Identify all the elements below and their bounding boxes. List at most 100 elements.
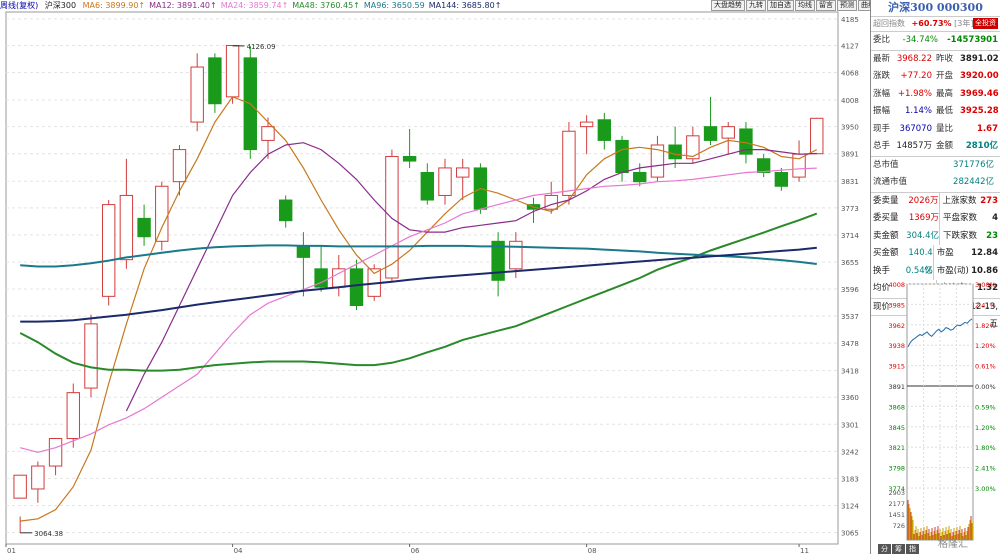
price-row-3: 振幅 1.14% 最低 3925.28 (871, 103, 1000, 121)
mini-vol-tick-3: 726 (893, 522, 905, 530)
bottom-tabs: 分筹指 (878, 544, 920, 554)
bottom-tab-1[interactable]: 筹 (892, 544, 905, 554)
candle[interactable] (756, 158, 771, 174)
watermark: 格隆汇 (938, 539, 968, 550)
candle[interactable] (66, 392, 80, 440)
candle[interactable] (225, 44, 240, 98)
candle[interactable] (456, 167, 470, 178)
intraday-chart[interactable]: 4008 3.00% 3985 2.41% 3962 1.82% 3938 1.20% 3915… (871, 282, 1000, 544)
price-label: 涨幅 (873, 88, 891, 99)
bottom-tab-2[interactable]: 指 (906, 544, 919, 554)
candle[interactable] (810, 117, 824, 155)
y-tick-9: 3655 (841, 259, 859, 267)
stat-value-2: 273 (980, 195, 998, 206)
candle[interactable] (668, 144, 682, 160)
y-tick-0: 4185 (841, 16, 859, 24)
bottom-tab-0[interactable]: 分 (878, 544, 891, 554)
price-label-2: 量比 (936, 123, 954, 134)
stat-label-2: 市盈 (932, 245, 971, 263)
y-tick-14: 3360 (841, 394, 859, 402)
candle[interactable] (296, 245, 311, 258)
y-tick-12: 3478 (841, 340, 859, 348)
candle[interactable] (349, 268, 364, 307)
candle[interactable] (101, 204, 116, 297)
cap-value: 371776亿 (953, 159, 994, 170)
candle[interactable] (190, 66, 204, 123)
mini-vol-tick-1: 2177 (888, 500, 905, 508)
candle[interactable] (544, 194, 558, 210)
mini-left-tick-6: 3868 (888, 403, 905, 411)
price-value: 1.14% (904, 106, 932, 116)
candle[interactable] (686, 135, 700, 160)
candle[interactable] (13, 474, 27, 499)
market-cap-section: 总市值 371776亿 流通市值 282442亿 (871, 157, 1000, 193)
candle[interactable] (579, 121, 594, 128)
candle[interactable] (703, 126, 718, 141)
candle[interactable] (792, 153, 806, 178)
candle[interactable] (597, 119, 612, 141)
stat-value-2: 10.86 (971, 265, 998, 276)
mini-left-tick-9: 3798 (888, 465, 905, 473)
candle[interactable] (721, 126, 735, 139)
candle[interactable] (278, 199, 293, 222)
y-tick-5: 3891 (841, 151, 859, 159)
candle[interactable] (633, 172, 647, 183)
mini-left-tick-0: 4008 (888, 282, 905, 289)
mini-right-tick-6: 0.59% (975, 403, 996, 411)
candle[interactable] (137, 217, 151, 238)
mini-right-tick-0: 3.00% (975, 282, 996, 289)
candle[interactable] (261, 126, 275, 141)
y-tick-3: 4008 (841, 97, 859, 105)
mini-right-tick-9: 2.41% (975, 465, 996, 473)
candle[interactable] (155, 185, 169, 242)
y-tick-11: 3537 (841, 313, 859, 321)
order-diff-value: -14573901 (947, 35, 998, 45)
y-tick-19: 3065 (841, 530, 859, 538)
candle[interactable] (420, 172, 435, 201)
candle[interactable] (119, 194, 134, 261)
price-value-2: 1.67 (977, 123, 998, 134)
mini-right-tick-5: 0.00% (975, 383, 996, 391)
price-value-2: 3925.28 (960, 106, 999, 116)
candle[interactable] (385, 155, 399, 279)
candle[interactable] (31, 465, 45, 490)
candle[interactable] (562, 130, 576, 196)
price-value-2: 3969.46 (960, 88, 999, 99)
y-tick-7: 3773 (841, 205, 859, 213)
cap-value: 282442亿 (953, 177, 994, 187)
security-title: 沪深300 000300 (871, 0, 1000, 17)
mini-left-tick-1: 3985 (888, 301, 905, 309)
sub-ratio: +60.73% (911, 19, 952, 28)
candle[interactable] (438, 167, 452, 196)
stat-label-2: 市盈(动) (932, 262, 971, 280)
invest-button[interactable]: 全投资 (973, 18, 998, 29)
low-annotation: 3064.38 (34, 530, 63, 538)
mini-left-tick-8: 3821 (888, 444, 905, 452)
x-tick-2: 06 (411, 547, 420, 554)
y-tick-16: 3242 (841, 448, 859, 456)
mini-right-tick-1: 2.41% (975, 301, 996, 309)
candle[interactable] (402, 155, 417, 162)
y-tick-10: 3596 (841, 286, 859, 294)
stat-label-2: 平盘家数 (939, 210, 981, 228)
candle[interactable] (172, 149, 187, 183)
cap-label: 总市值 (873, 159, 899, 170)
order-ratio-row: 委比 -34.74% -14573901 (871, 32, 1000, 50)
stat-value: 2026万 (908, 195, 939, 206)
x-tick-3: 08 (588, 547, 597, 554)
price-label-2: 金额 (936, 141, 954, 151)
mini-vol-tick-2: 1451 (888, 511, 905, 519)
candlestick-chart[interactable]: 4185 4127 4068 4008 3950 3891 3831 3773 3714 3655… (0, 0, 870, 554)
candle[interactable] (615, 139, 629, 174)
candle[interactable] (208, 57, 222, 105)
candle[interactable] (509, 240, 523, 270)
candle[interactable] (774, 172, 789, 187)
stat-label: 委卖量 (873, 195, 899, 206)
y-tick-17: 3183 (841, 475, 859, 483)
price-label: 涨跌 (873, 71, 891, 81)
candle[interactable] (48, 438, 63, 467)
order-ratio-value: -34.74% (902, 35, 938, 45)
price-label-2: 昨收 (936, 53, 954, 64)
candle[interactable] (84, 323, 98, 389)
y-tick-4: 3950 (841, 124, 859, 132)
